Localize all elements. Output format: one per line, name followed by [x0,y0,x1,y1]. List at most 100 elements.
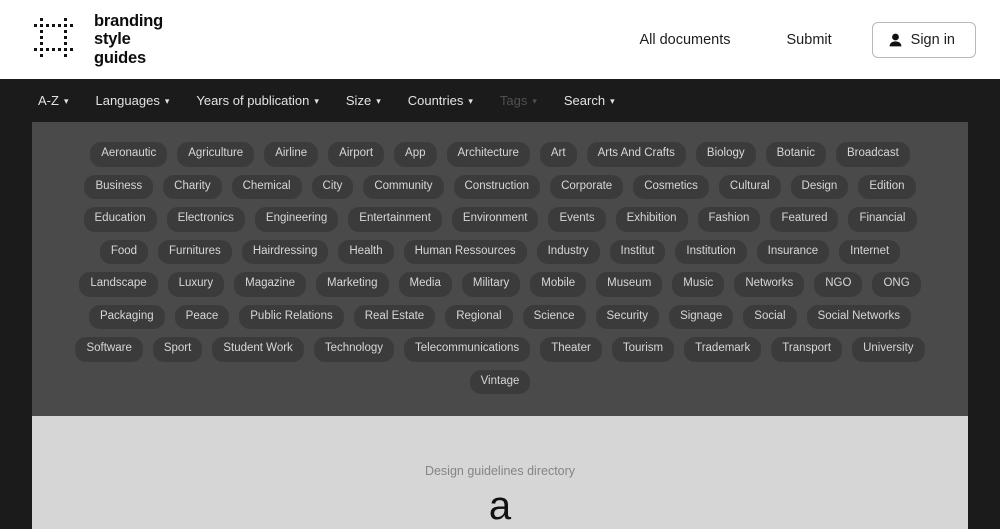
tag-pill-airport[interactable]: Airport [328,142,385,167]
tag-pill-internet[interactable]: Internet [839,239,901,264]
directory-panel: Design guidelines directory a 214 manual… [32,416,968,529]
tag-pill-business[interactable]: Business [84,174,154,199]
tag-pill-university[interactable]: University [852,337,925,362]
tag-pill-electronics[interactable]: Electronics [166,207,245,232]
tag-pill-botanic[interactable]: Botanic [765,142,826,167]
filter-countries[interactable]: Countries ▾ [408,93,473,108]
chevron-down-icon: ▾ [532,96,537,106]
tag-pill-airline[interactable]: Airline [264,142,319,167]
tag-pill-community[interactable]: Community [363,174,444,199]
tag-pill-industry[interactable]: Industry [536,239,600,264]
tag-pill-engineering[interactable]: Engineering [254,207,339,232]
tag-pill-aeronautic[interactable]: Aeronautic [90,142,168,167]
tag-pill-marketing[interactable]: Marketing [316,272,389,297]
tag-pill-corporate[interactable]: Corporate [550,174,624,199]
tag-pill-institut[interactable]: Institut [609,239,666,264]
site-header: branding style guides All documents Subm… [0,0,1000,79]
tag-pill-magazine[interactable]: Magazine [234,272,307,297]
filter-years-of-publication[interactable]: Years of publication ▾ [196,93,319,108]
tag-pill-science[interactable]: Science [522,304,586,329]
tag-pill-real-estate[interactable]: Real Estate [353,304,436,329]
tag-pill-luxury[interactable]: Luxury [167,272,225,297]
filter-a-z[interactable]: A-Z ▾ [38,93,68,108]
filter-countries-label: Countries [407,93,464,108]
tag-pill-broadcast[interactable]: Broadcast [835,142,910,167]
tag-pill-sport[interactable]: Sport [152,337,203,362]
brand-logo-link[interactable]: branding style guides [32,12,163,67]
tag-pill-hairdressing[interactable]: Hairdressing [241,239,329,264]
person-icon [889,33,902,46]
tag-pill-arts-and-crafts[interactable]: Arts And Crafts [586,142,686,167]
tag-pill-charity[interactable]: Charity [163,174,222,199]
tag-pill-theater[interactable]: Theater [540,337,602,362]
filter-tags[interactable]: Tags ▾ [500,93,537,108]
tag-row: Aeronautic Agriculture Airline Airport App Ar… [58,142,942,167]
tag-pill-fashion[interactable]: Fashion [697,207,761,232]
tag-pill-trademark[interactable]: Trademark [684,337,762,362]
tag-pill-music[interactable]: Music [672,272,725,297]
tag-pill-cultural[interactable]: Cultural [718,174,781,199]
sign-in-label: Sign in [910,31,955,48]
tag-pill-mobile[interactable]: Mobile [530,272,587,297]
tag-pill-art[interactable]: Art [539,142,577,167]
filter-size[interactable]: Size ▾ [346,93,381,108]
tag-pill-ngo[interactable]: NGO [814,272,863,297]
tag-pill-featured[interactable]: Featured [770,207,839,232]
chevron-down-icon: ▾ [468,96,473,106]
tag-pill-museum[interactable]: Museum [596,272,663,297]
tag-pill-regional[interactable]: Regional [445,304,513,329]
tag-pill-app[interactable]: App [394,142,437,167]
tag-pill-media[interactable]: Media [398,272,452,297]
tag-pill-technology[interactable]: Technology [313,337,394,362]
filter-search[interactable]: Search ▾ [564,93,615,108]
header-nav: All documents Submit Sign in [639,21,976,58]
tag-pill-public-relations[interactable]: Public Relations [239,304,344,329]
tag-pill-health[interactable]: Health [338,239,394,264]
tag-pill-food[interactable]: Food [99,239,149,264]
tag-pill-tourism[interactable]: Tourism [611,337,675,362]
brand-line-2: style [94,30,131,49]
tag-pill-exhibition[interactable]: Exhibition [615,207,688,232]
tag-pill-entertainment[interactable]: Entertainment [348,207,442,232]
filter-search-label: Search [563,93,606,108]
tag-pill-design[interactable]: Design [790,174,849,199]
tag-pill-ong[interactable]: ONG [872,272,921,297]
tag-pill-packaging[interactable]: Packaging [88,304,165,329]
tag-pill-vintage[interactable]: Vintage [469,369,531,394]
tag-pill-software[interactable]: Software [75,337,143,362]
tag-pill-social-networks[interactable]: Social Networks [806,304,912,329]
tag-pill-environment[interactable]: Environment [451,207,539,232]
tag-pill-landscape[interactable]: Landscape [79,272,158,297]
tag-pill-networks[interactable]: Networks [734,272,805,297]
filter-a-z-label: A-Z [38,93,59,108]
sign-in-button[interactable]: Sign in [871,21,976,58]
nav-all-documents[interactable]: All documents [639,24,730,56]
tag-pill-institution[interactable]: Institution [675,239,747,264]
filter-languages[interactable]: Languages ▾ [95,93,169,108]
tag-pill-chemical[interactable]: Chemical [231,174,302,199]
tag-pill-signage[interactable]: Signage [669,304,734,329]
tag-pill-student-work[interactable]: Student Work [212,337,304,362]
tag-pill-security[interactable]: Security [595,304,660,329]
tag-pill-military[interactable]: Military [461,272,521,297]
tag-pill-edition[interactable]: Edition [858,174,916,199]
tag-pill-peace[interactable]: Peace [174,304,230,329]
chevron-down-icon: ▾ [164,96,170,106]
tag-pill-agriculture[interactable]: Agriculture [177,142,255,167]
tag-pill-transport[interactable]: Transport [771,337,843,362]
tag-pill-insurance[interactable]: Insurance [756,239,830,264]
tag-pill-architecture[interactable]: Architecture [446,142,530,167]
tag-pill-telecommunications[interactable]: Telecommunications [404,337,531,362]
tag-pill-social[interactable]: Social [743,304,797,329]
tag-pill-events[interactable]: Events [548,207,606,232]
tag-pill-biology[interactable]: Biology [695,142,756,167]
tag-pill-education[interactable]: Education [83,207,157,232]
nav-submit[interactable]: Submit [787,24,832,56]
directory-letter: a [488,484,512,528]
tag-pill-cosmetics[interactable]: Cosmetics [633,174,709,199]
tag-pill-construction[interactable]: Construction [453,174,541,199]
tag-pill-human-ressources[interactable]: Human Ressources [403,239,527,264]
tag-pill-financial[interactable]: Financial [848,207,917,232]
tag-pill-furnitures[interactable]: Furnitures [158,239,232,264]
tag-pill-city[interactable]: City [311,174,354,199]
